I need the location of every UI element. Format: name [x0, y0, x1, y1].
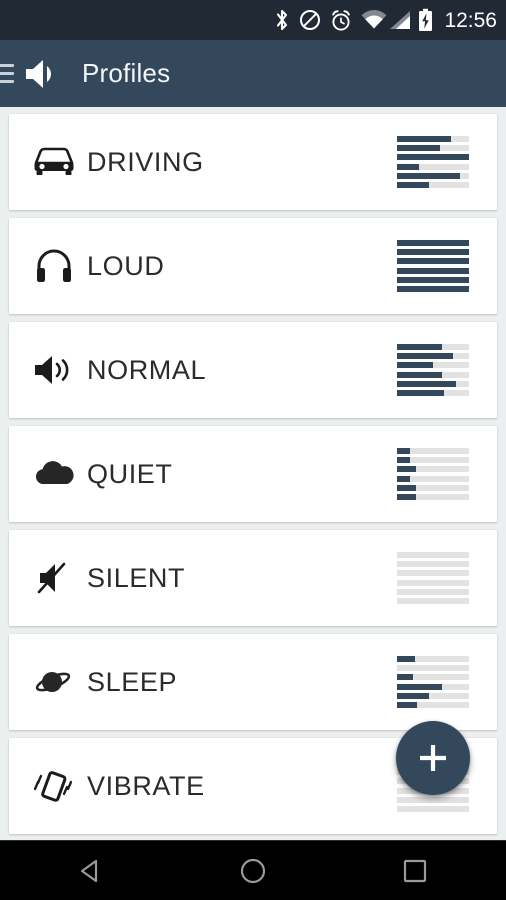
speaker-volume-icon [25, 352, 83, 388]
nav-recents-button[interactable] [360, 841, 470, 900]
volume-bar[interactable] [397, 258, 469, 265]
profile-label: DRIVING [87, 146, 204, 177]
volume-bar[interactable] [397, 561, 469, 568]
do-not-disturb-icon [299, 7, 321, 33]
profile-card-loud[interactable]: LOUD [9, 218, 497, 314]
battery-charging-icon [418, 7, 433, 33]
recents-square-icon [403, 859, 427, 882]
volume-bar[interactable] [397, 181, 469, 188]
volume-bar[interactable] [397, 371, 469, 378]
volume-bar[interactable] [397, 570, 469, 577]
volume-bar[interactable] [397, 588, 469, 595]
volume-bar[interactable] [397, 493, 469, 500]
volume-meter[interactable] [397, 136, 469, 188]
add-profile-button[interactable] [396, 721, 470, 795]
volume-bar[interactable] [397, 683, 469, 690]
cloud-icon [25, 457, 83, 491]
back-triangle-icon [80, 859, 98, 882]
vibrate-phone-icon [25, 766, 83, 806]
volume-bar[interactable] [397, 475, 469, 482]
home-circle-icon [240, 858, 266, 883]
hamburger-menu-icon[interactable] [0, 64, 14, 83]
car-icon [25, 143, 83, 181]
volume-bar[interactable] [397, 249, 469, 256]
volume-bar[interactable] [397, 665, 469, 672]
page-title: Profiles [82, 58, 171, 88]
volume-bar[interactable] [397, 457, 469, 464]
volume-bar[interactable] [397, 597, 469, 604]
speaker-muted-icon [25, 559, 83, 597]
profile-label: LOUD [87, 250, 165, 281]
volume-meter[interactable] [397, 552, 469, 604]
planet-icon [25, 665, 83, 699]
profile-card-driving[interactable]: DRIVING [9, 114, 497, 210]
profile-card-sleep[interactable]: SLEEP [9, 634, 497, 730]
volume-bar[interactable] [397, 267, 469, 274]
volume-bar[interactable] [397, 240, 469, 247]
volume-meter[interactable] [397, 656, 469, 708]
profile-label: NORMAL [87, 354, 207, 385]
volume-bar[interactable] [397, 448, 469, 455]
profile-label: QUIET [87, 458, 173, 489]
profile-card-silent[interactable]: SILENT [9, 530, 497, 626]
phone-screen: 12:56 Profiles DRIVING LOUD NORMAL QUIET… [0, 0, 506, 900]
volume-bar[interactable] [397, 380, 469, 387]
volume-bar[interactable] [397, 701, 469, 708]
volume-meter[interactable] [397, 344, 469, 396]
volume-bar[interactable] [397, 579, 469, 586]
app-bar: Profiles [0, 40, 506, 107]
cellular-signal-icon [389, 7, 411, 33]
wifi-icon [361, 7, 387, 33]
nav-home-button[interactable] [198, 841, 308, 900]
volume-bar[interactable] [397, 136, 469, 143]
bluetooth-icon [275, 7, 290, 33]
alarm-icon [330, 7, 352, 33]
volume-bar[interactable] [397, 484, 469, 491]
volume-bar[interactable] [397, 552, 469, 559]
volume-bar[interactable] [397, 389, 469, 396]
volume-bar[interactable] [397, 145, 469, 152]
nav-back-button[interactable] [36, 841, 146, 900]
status-bar-clock: 12:56 [444, 8, 497, 32]
volume-bar[interactable] [397, 805, 469, 812]
volume-bar[interactable] [397, 362, 469, 369]
volume-bar[interactable] [397, 796, 469, 803]
volume-bar[interactable] [397, 163, 469, 170]
volume-meter[interactable] [397, 448, 469, 500]
profile-card-normal[interactable]: NORMAL [9, 322, 497, 418]
status-bar: 12:56 [0, 0, 506, 40]
profile-card-quiet[interactable]: QUIET [9, 426, 497, 522]
volume-bar[interactable] [397, 285, 469, 292]
volume-bar[interactable] [397, 344, 469, 351]
plus-icon [420, 745, 446, 771]
volume-bar[interactable] [397, 276, 469, 283]
volume-bar[interactable] [397, 466, 469, 473]
volume-bar[interactable] [397, 674, 469, 681]
volume-bar[interactable] [397, 692, 469, 699]
profile-label: SILENT [87, 562, 186, 593]
speaker-icon [22, 55, 62, 93]
headphones-icon [25, 246, 83, 286]
volume-bar[interactable] [397, 656, 469, 663]
volume-bar[interactable] [397, 154, 469, 161]
volume-bar[interactable] [397, 353, 469, 360]
volume-meter[interactable] [397, 240, 469, 292]
profile-label: SLEEP [87, 666, 178, 697]
profile-label: VIBRATE [87, 770, 205, 801]
volume-bar[interactable] [397, 172, 469, 179]
android-navigation-bar [0, 840, 506, 900]
